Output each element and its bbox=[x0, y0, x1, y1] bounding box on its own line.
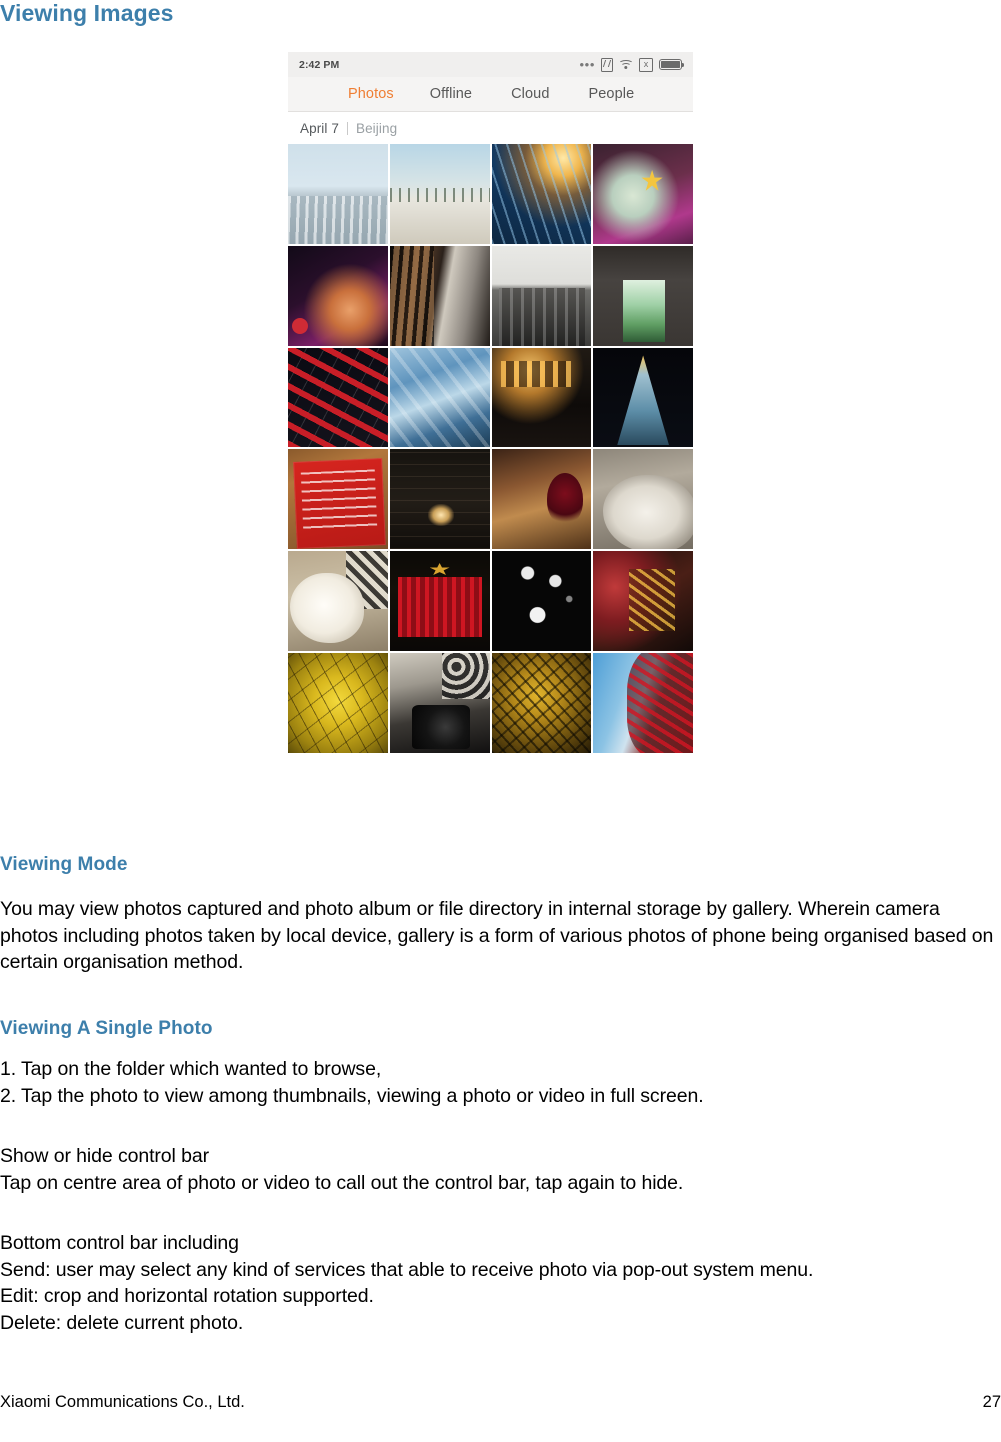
header-divider bbox=[346, 121, 348, 135]
page-title: Viewing Images bbox=[0, 0, 174, 26]
photo-image bbox=[491, 652, 592, 753]
invitation-text-lines bbox=[300, 469, 378, 531]
tab-offline[interactable]: Offline bbox=[430, 86, 472, 102]
photo-thumbnail-dark-room-bright-windows[interactable] bbox=[491, 551, 592, 651]
viewing-mode-paragraph: You may view photos captured and photo a… bbox=[0, 898, 994, 973]
photo-thumbnail-autumn-golden-foliage[interactable] bbox=[491, 652, 592, 753]
photo-thumbnail-sleeping-white-cat[interactable] bbox=[288, 551, 388, 651]
bottom-bar-line-2: Send: user may select any kind of servic… bbox=[0, 1258, 814, 1281]
tab-people[interactable]: People bbox=[589, 86, 635, 102]
photo-thumbnail-snow-field-treeline[interactable] bbox=[389, 144, 490, 244]
photo-thumbnail-brick-wall-lamp[interactable] bbox=[389, 449, 490, 549]
tab-cloud[interactable]: Cloud bbox=[511, 86, 549, 102]
photo-thumbnail-bear-plush-with-star[interactable] bbox=[593, 144, 693, 244]
gallery-tab-bar: Photos Offline Cloud People bbox=[288, 77, 693, 112]
photo-image bbox=[491, 144, 592, 244]
photo-thumbnail-white-dog-portrait[interactable] bbox=[593, 449, 693, 549]
photo-image bbox=[288, 551, 388, 651]
photo-image bbox=[389, 449, 490, 549]
step-line-2: 2. Tap the photo to view among thumbnail… bbox=[0, 1084, 704, 1107]
photo-group-header: April 7 Beijing bbox=[288, 112, 693, 144]
phone-status-bar: 2:42 PM ••• x bbox=[288, 52, 693, 77]
viewing-steps-body: 1. Tap on the folder which wanted to bro… bbox=[0, 1056, 704, 1109]
control-bar-line-1: Show or hide control bar bbox=[0, 1145, 209, 1167]
photo-thumbnail-red-lanterns-night[interactable] bbox=[288, 347, 388, 448]
bottom-bar-line-4: Delete: delete current photo. bbox=[0, 1311, 244, 1334]
control-bar-body: Show or hide control bar Tap on centre a… bbox=[0, 1143, 683, 1196]
photo-thumbnail-old-building-monochrome[interactable] bbox=[491, 245, 592, 346]
photo-image bbox=[288, 449, 388, 549]
viewing-mode-heading: Viewing Mode bbox=[0, 854, 128, 875]
viewing-single-photo-heading: Viewing A Single Photo bbox=[0, 1018, 213, 1039]
photo-thumbnail-red-leaves-blue-sky[interactable] bbox=[593, 652, 693, 753]
photo-image bbox=[491, 347, 592, 448]
photo-thumbnail-bar-interior-lights[interactable] bbox=[491, 347, 592, 448]
photo-image bbox=[593, 652, 693, 753]
photo-image bbox=[288, 144, 388, 244]
photo-image bbox=[593, 449, 693, 549]
photo-image bbox=[389, 551, 490, 651]
footer-company: Xiaomi Communications Co., Ltd. bbox=[0, 1393, 245, 1411]
photo-image bbox=[389, 652, 490, 753]
photo-image bbox=[491, 551, 592, 651]
photo-image bbox=[593, 245, 693, 346]
photo-group-location: Beijing bbox=[355, 120, 398, 136]
photo-image bbox=[288, 245, 388, 346]
photo-image bbox=[288, 347, 388, 448]
phone-screenshot-figure: 2:42 PM ••• x Photos Offline Cloud Peopl… bbox=[288, 52, 693, 753]
wifi-icon bbox=[618, 59, 634, 70]
photo-thumbnail-christmas-tree-lights[interactable] bbox=[593, 347, 693, 448]
tab-photos[interactable]: Photos bbox=[348, 86, 394, 102]
photo-image bbox=[593, 551, 693, 651]
viewing-mode-body: You may view photos captured and photo a… bbox=[0, 896, 1001, 976]
no-sim-icon: x bbox=[639, 57, 653, 72]
bottom-bar-line-3: Edit: crop and horizontal rotation suppo… bbox=[0, 1285, 374, 1307]
footer-page-number: 27 bbox=[982, 1393, 1001, 1411]
photo-thumbnail-xiaomi-dinner-invitation[interactable] bbox=[288, 449, 388, 549]
photo-image bbox=[288, 652, 388, 753]
page-footer: Xiaomi Communications Co., Ltd. 27 bbox=[0, 1393, 1001, 1412]
photo-thumbnail-concert-crowd-neon[interactable] bbox=[288, 245, 388, 346]
photo-thumbnail-snow-field-horizon[interactable] bbox=[288, 144, 388, 244]
photo-thumbnail-wooden-staircase-banister[interactable] bbox=[389, 245, 490, 346]
step-line-1: 1. Tap on the folder which wanted to bro… bbox=[0, 1058, 382, 1080]
gold-star-ornament-icon bbox=[429, 562, 450, 575]
status-bar-icons: ••• x bbox=[579, 56, 685, 72]
ellipsis-icon: ••• bbox=[579, 56, 595, 72]
control-bar-line-2: Tap on centre area of photo or video to … bbox=[0, 1171, 684, 1194]
photo-image bbox=[491, 449, 592, 549]
nfc-icon bbox=[601, 57, 613, 72]
photo-thumbnail-yellow-ginkgo-canopy[interactable] bbox=[288, 652, 388, 753]
photo-thumbnail-railway-tracks-sunset[interactable] bbox=[491, 144, 592, 244]
photo-image bbox=[593, 347, 693, 448]
photo-image bbox=[593, 144, 693, 244]
battery-icon bbox=[659, 59, 685, 70]
status-bar-time: 2:42 PM bbox=[299, 58, 340, 71]
photo-image bbox=[389, 144, 490, 244]
viewing-single-photo-section: Viewing A Single Photo bbox=[0, 1018, 213, 1040]
photo-image bbox=[491, 245, 592, 346]
viewing-mode-section: Viewing Mode bbox=[0, 854, 128, 876]
photo-thumbnail-wine-glass-dessert-table[interactable] bbox=[491, 449, 592, 549]
photo-group-date: April 7 bbox=[300, 120, 339, 136]
photo-thumbnail-vintage-camera-still-life[interactable] bbox=[389, 652, 490, 753]
bottom-bar-line-1: Bottom control bar including bbox=[0, 1232, 239, 1254]
photo-image bbox=[389, 347, 490, 448]
photo-thumbnail-arched-doorway-mural[interactable] bbox=[593, 245, 693, 346]
photo-thumbnail-grid bbox=[288, 144, 693, 753]
photo-thumbnail-blue-ice-sculpture[interactable] bbox=[389, 347, 490, 448]
photo-image bbox=[389, 245, 490, 346]
photo-thumbnail-red-theatre-curtain[interactable] bbox=[389, 551, 490, 651]
photo-thumbnail-gold-ornament-red-drape[interactable] bbox=[593, 551, 693, 651]
bottom-control-bar-body: Bottom control bar including Send: user … bbox=[0, 1230, 813, 1336]
